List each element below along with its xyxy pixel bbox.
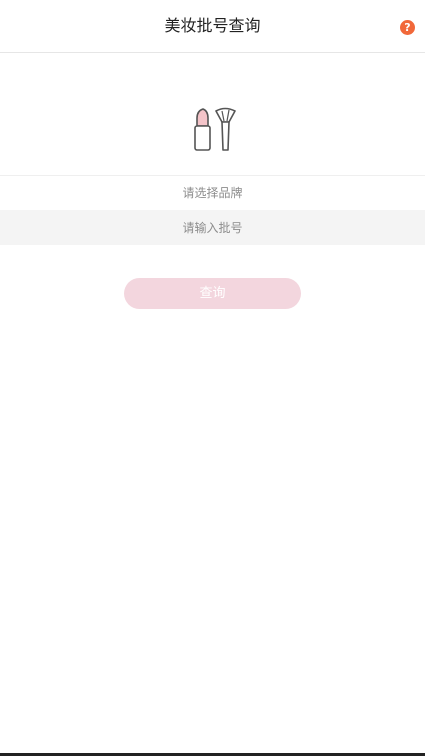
page-title: 美妆批号查询 <box>164 16 261 35</box>
batch-number-input[interactable] <box>0 210 425 245</box>
help-button[interactable]: ? <box>400 20 415 35</box>
brand-select[interactable]: 请选择品牌 <box>0 175 425 210</box>
lipstick-brush-icon <box>189 106 237 154</box>
batch-input-row <box>0 210 425 245</box>
header: 美妆批号查询 ? <box>0 0 425 53</box>
batch-query-page: 美妆批号查询 ? 请选择品牌 查询 <box>0 0 425 756</box>
question-mark-icon: ? <box>404 21 411 34</box>
query-button[interactable]: 查询 <box>124 278 301 309</box>
brand-select-placeholder: 请选择品牌 <box>182 186 243 200</box>
